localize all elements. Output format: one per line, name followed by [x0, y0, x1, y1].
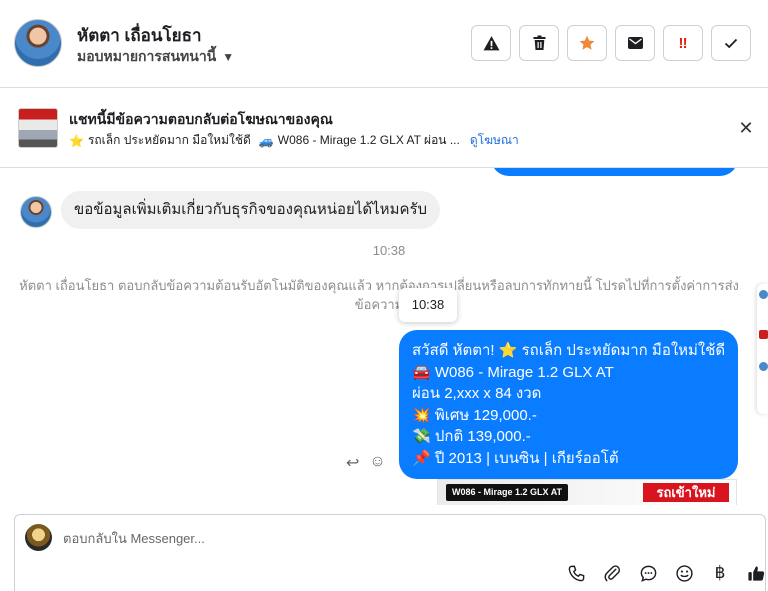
follow-up-button[interactable]	[567, 25, 607, 61]
reply-composer: ฿	[14, 514, 766, 591]
image-new-car-badge: รถเข้าใหม่	[643, 483, 729, 502]
ad-banner-title: แชทนี้มีข้อความตอบกลับต่อโฆษณาของคุณ	[69, 111, 333, 127]
car-emoji-icon: 🚙	[258, 133, 274, 148]
attached-image[interactable]: W086 - Mirage 1.2 GLX AT รถเข้าใหม่	[437, 479, 737, 505]
reply-icon[interactable]: ↩	[346, 453, 359, 473]
like-button[interactable]	[738, 563, 768, 583]
edge-avatar	[759, 290, 768, 299]
star-icon	[579, 35, 595, 50]
header-actions: ‼	[471, 25, 751, 61]
assign-conversation-dropdown[interactable]: มอบหมายการสนทนานี้ ▼	[77, 46, 234, 68]
reply-input[interactable]	[63, 527, 663, 549]
thumbs-up-icon	[747, 565, 764, 581]
assign-label: มอบหมายการสนทนานี้	[77, 48, 217, 64]
attach-button[interactable]	[594, 563, 630, 583]
check-icon	[724, 38, 738, 48]
emoji-icon	[675, 564, 693, 582]
caret-down-icon: ▼	[222, 50, 235, 64]
mark-urgent-button[interactable]: ‼	[663, 25, 703, 61]
baht-icon: ฿	[714, 563, 726, 582]
delete-button[interactable]	[519, 25, 559, 61]
message-actions: ↩ ☺	[346, 453, 386, 473]
contact-avatar[interactable]	[14, 19, 62, 67]
message-line: 🚘 W086 - Mirage 1.2 GLX AT	[412, 363, 614, 381]
star-emoji-icon: ⭐	[69, 133, 84, 148]
timestamp-tooltip: 10:38	[399, 288, 457, 322]
message-line: 💸 ปกติ 139,000.-	[412, 428, 531, 445]
auto-reply-notice: หัตตา เถื่อนโยธา ตอบกลับข้อความต้อนรับอั…	[19, 278, 739, 312]
incoming-message[interactable]: ขอข้อมูลเพิ่มเติมเกี่ยวกับธุรกิจของคุณหน…	[61, 191, 441, 229]
close-banner-button[interactable]: ✕	[736, 118, 756, 138]
ad-thumbnail[interactable]	[18, 108, 58, 148]
page-avatar	[25, 524, 52, 551]
react-icon[interactable]: ☺	[369, 453, 385, 473]
ad-text: รถเล็ก ประหยัดมาก มือใหม่ใช้ดี	[87, 133, 251, 147]
chat-bubble-icon	[640, 565, 656, 582]
attach-icon	[604, 564, 620, 581]
close-icon: ✕	[738, 118, 754, 138]
message-line: 💥 พิเศษ 129,000.-	[412, 406, 537, 424]
message-line: 📌 ปี 2013 | เบนซิน | เกียร์ออโต้	[412, 449, 619, 467]
saved-replies-button[interactable]	[630, 563, 666, 583]
payment-button[interactable]: ฿	[702, 563, 738, 583]
message-avatar	[20, 196, 52, 228]
composer-tools: ฿	[558, 563, 768, 583]
previous-message-bubble	[491, 168, 738, 176]
envelope-icon	[627, 37, 643, 49]
mark-unread-button[interactable]	[615, 25, 655, 61]
conversation-panel: หัตตา เถื่อนโยธา มอบหมายการสนทนานี้ ▼ ‼	[0, 0, 768, 591]
conversation-header: หัตตา เถื่อนโยธา มอบหมายการสนทนานี้ ▼ ‼	[0, 0, 768, 88]
side-panel-edge[interactable]	[757, 284, 768, 414]
emoji-button[interactable]	[666, 563, 702, 583]
message-line: สวัสดี หัตตา! ⭐ รถเล็ก ประหยัดมาก มือใหม…	[412, 342, 726, 359]
trash-icon	[533, 35, 545, 50]
edge-avatar	[759, 362, 768, 371]
warning-icon	[483, 35, 499, 50]
contact-name[interactable]: หัตตา เถื่อนโยธา	[77, 22, 202, 49]
message-timestamp: 10:38	[372, 243, 406, 258]
call-button[interactable]	[558, 563, 594, 583]
edge-thumbnail	[759, 330, 768, 339]
outgoing-message[interactable]: สวัสดี หัตตา! ⭐ รถเล็ก ประหยัดมาก มือใหม…	[399, 330, 738, 479]
ad-code: W086 - Mirage 1.2 GLX AT ผ่อน ...	[277, 133, 460, 147]
mark-spam-button[interactable]	[471, 25, 511, 61]
mark-done-button[interactable]	[711, 25, 751, 61]
ad-reply-banner: แชทนี้มีข้อความตอบกลับต่อโฆษณาของคุณ ⭐ ร…	[0, 88, 768, 168]
image-model-tag: W086 - Mirage 1.2 GLX AT	[446, 484, 569, 501]
view-ad-link[interactable]: ดูโฆษณา	[470, 131, 519, 150]
message-line: ผ่อน 2,xxx x 84 งวด	[412, 385, 542, 402]
urgent-icon: ‼	[678, 34, 688, 52]
phone-icon	[568, 565, 584, 581]
ad-banner-details: ⭐ รถเล็ก ประหยัดมาก มือใหม่ใช้ดี 🚙 W086 …	[69, 131, 519, 150]
